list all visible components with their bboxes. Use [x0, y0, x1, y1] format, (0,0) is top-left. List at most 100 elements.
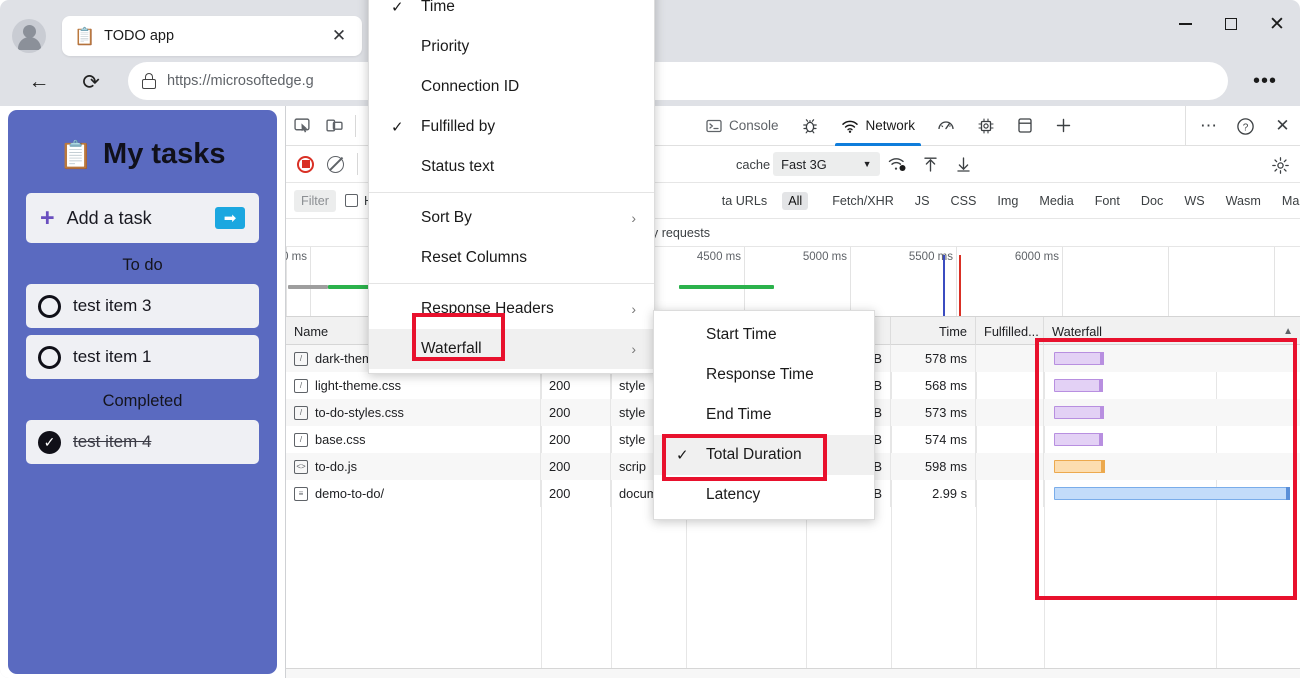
- checkbox-checked-icon[interactable]: ✓: [38, 431, 61, 454]
- menu-item-fulfilled-by[interactable]: ✓ Fulfilled by: [369, 107, 654, 147]
- menu-item-connection-id[interactable]: Connection ID: [369, 67, 654, 107]
- filter-type-img[interactable]: Img: [991, 192, 1024, 210]
- search-input[interactable]: Filter: [294, 190, 336, 212]
- import-har-icon[interactable]: [949, 151, 979, 177]
- address-bar[interactable]: https://microsoftedge.g: [128, 62, 1228, 100]
- profile-avatar[interactable]: [12, 19, 46, 53]
- window-close-button[interactable]: ✕: [1254, 0, 1300, 48]
- cell-waterfall: [1044, 480, 1300, 507]
- cell-fulfilled: [976, 453, 1044, 480]
- tab-console[interactable]: Console: [695, 106, 790, 146]
- tab-network[interactable]: Network: [830, 106, 927, 146]
- section-label-completed: Completed: [26, 392, 259, 411]
- submenu-item-response-time[interactable]: Response Time: [654, 355, 874, 395]
- maximize-button[interactable]: [1208, 0, 1254, 48]
- request-name: to-do-styles.css: [315, 405, 404, 420]
- menu-item-label: Status text: [421, 158, 494, 176]
- filter-type-all[interactable]: All: [782, 192, 808, 210]
- settings-gear-icon[interactable]: [1267, 152, 1293, 178]
- throttling-dropdown[interactable]: Fast 3G ▼: [773, 152, 879, 176]
- plus-icon: +: [40, 206, 55, 231]
- menu-item-sort-by[interactable]: Sort By ›: [369, 198, 654, 238]
- checkbox-icon[interactable]: [345, 194, 358, 207]
- back-button[interactable]: ←: [22, 65, 56, 99]
- menu-item-reset-columns[interactable]: Reset Columns: [369, 238, 654, 278]
- filter-type-js[interactable]: JS: [909, 192, 936, 210]
- checkbox-circle-icon[interactable]: [38, 346, 61, 369]
- chevron-right-icon: ›: [631, 341, 636, 357]
- menu-item-label: Priority: [421, 38, 469, 56]
- menu-item-label: Reset Columns: [421, 249, 527, 267]
- browser-more-icon[interactable]: •••: [1248, 64, 1282, 98]
- todo-title-text: My tasks: [103, 138, 226, 171]
- screenshot-root: 📋 TODO app ✕ ✕ ← ⟳ https://microsoftedge…: [0, 0, 1300, 678]
- submenu-item-total-duration[interactable]: ✓ Total Duration: [654, 435, 874, 475]
- waterfall-bar: [1054, 352, 1102, 365]
- device-emulation-icon[interactable]: [318, 111, 350, 141]
- application-icon: [1017, 117, 1033, 134]
- cell-time: 574 ms: [891, 426, 976, 453]
- column-header-time[interactable]: Time: [891, 317, 976, 345]
- filter-type-manifest[interactable]: Manifest: [1276, 192, 1300, 210]
- browser-tab[interactable]: 📋 TODO app ✕: [62, 16, 362, 56]
- submenu-item-end-time[interactable]: End Time: [654, 395, 874, 435]
- bug-icon: [801, 117, 819, 135]
- load-marker: [959, 255, 961, 317]
- add-task-row[interactable]: + Add a task ➡: [26, 193, 259, 243]
- cell-time: 2.99 s: [891, 480, 976, 507]
- arrow-right-icon[interactable]: ➡: [215, 207, 245, 229]
- performance-icon: [937, 118, 955, 134]
- tab-sources-debug[interactable]: [790, 106, 830, 146]
- divider: [355, 115, 356, 137]
- filter-type-media[interactable]: Media: [1033, 192, 1079, 210]
- close-devtools-icon[interactable]: ✕: [1264, 111, 1300, 141]
- menu-item-priority[interactable]: Priority: [369, 27, 654, 67]
- inspect-element-icon[interactable]: [286, 111, 318, 141]
- column-header-fulfilled[interactable]: Fulfilled...: [976, 317, 1044, 345]
- cell-time: 568 ms: [891, 372, 976, 399]
- filter-type-wasm[interactable]: Wasm: [1220, 192, 1267, 210]
- cell-status: 200: [541, 399, 611, 426]
- menu-item-waterfall[interactable]: Waterfall ›: [369, 329, 654, 369]
- filter-type-fetchxhr[interactable]: Fetch/XHR: [826, 192, 900, 210]
- column-header-waterfall[interactable]: Waterfall ▲: [1044, 317, 1300, 345]
- filter-type-ws[interactable]: WS: [1178, 192, 1210, 210]
- waterfall-bar: [1054, 460, 1103, 473]
- clear-button[interactable]: [322, 151, 349, 178]
- record-button[interactable]: [292, 151, 319, 178]
- list-item[interactable]: test item 3: [26, 284, 259, 328]
- column-context-menu[interactable]: ✓ Time Priority Connection ID ✓ Fulfille…: [368, 0, 655, 374]
- network-conditions-icon[interactable]: [883, 151, 913, 177]
- help-icon[interactable]: ?: [1227, 111, 1264, 141]
- menu-item-response-headers[interactable]: Response Headers ›: [369, 289, 654, 329]
- tab-performance[interactable]: [926, 106, 966, 146]
- submenu-item-start-time[interactable]: Start Time: [654, 315, 874, 355]
- tab-memory[interactable]: [966, 106, 1006, 146]
- menu-item-time[interactable]: ✓ Time: [369, 0, 654, 27]
- filter-type-doc[interactable]: Doc: [1135, 192, 1169, 210]
- more-tools-icon[interactable]: ⋯: [1190, 111, 1227, 141]
- dom-content-loaded-marker: [943, 255, 945, 317]
- checkbox-circle-icon[interactable]: [38, 295, 61, 318]
- close-icon[interactable]: ✕: [328, 25, 350, 47]
- submenu-item-latency[interactable]: Latency: [654, 475, 874, 515]
- waterfall-submenu[interactable]: Start Time Response Time End Time ✓ Tota…: [653, 310, 875, 520]
- filter-type-css[interactable]: CSS: [945, 192, 983, 210]
- cell-waterfall: [1044, 453, 1300, 480]
- add-panel-button[interactable]: [1044, 106, 1083, 146]
- menu-item-status-text[interactable]: Status text: [369, 147, 654, 187]
- list-item[interactable]: ✓ test item 4: [26, 420, 259, 464]
- menu-item-label: Response Time: [706, 366, 814, 384]
- data-urls-filter[interactable]: ta URLs: [716, 192, 774, 210]
- reload-icon[interactable]: ⟳: [74, 65, 108, 99]
- address-bar-url: https://microsoftedge.g: [167, 73, 314, 89]
- add-task-input[interactable]: Add a task: [67, 208, 203, 229]
- minimize-button[interactable]: [1162, 0, 1208, 48]
- page-title: 📋 My tasks: [26, 138, 259, 171]
- filter-type-font[interactable]: Font: [1089, 192, 1126, 210]
- list-item[interactable]: test item 1: [26, 335, 259, 379]
- overview-tick: 2500 ms: [310, 247, 311, 317]
- chevron-down-icon: ▼: [863, 159, 872, 169]
- tab-application[interactable]: [1006, 106, 1044, 146]
- export-har-icon[interactable]: [916, 151, 946, 177]
